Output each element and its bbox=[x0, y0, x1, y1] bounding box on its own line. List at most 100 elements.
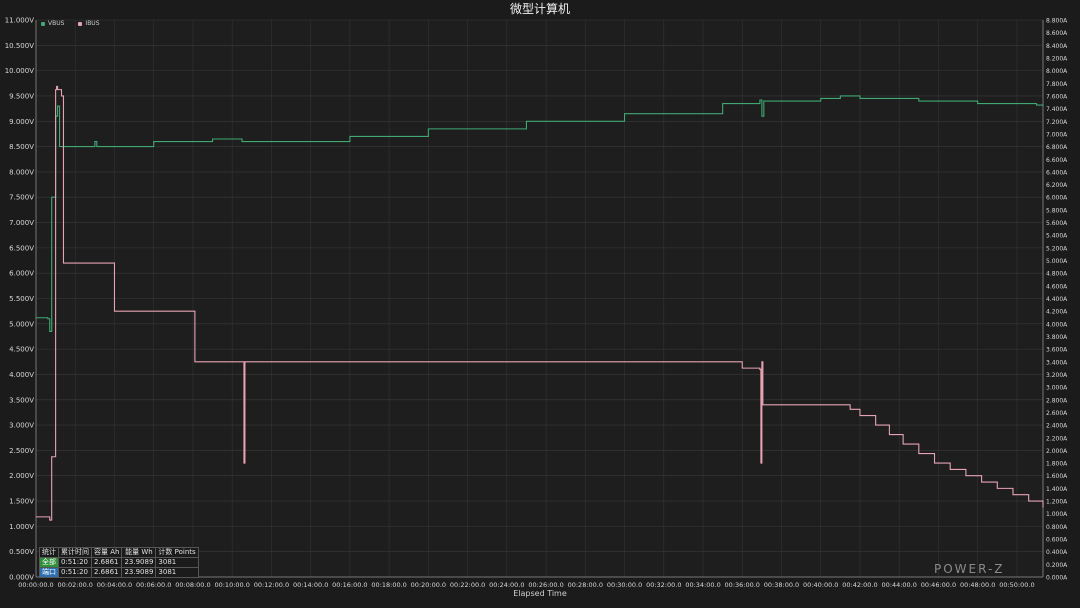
x-tick-label: 00:32:00.0 bbox=[646, 581, 681, 589]
legend-item-ibus[interactable]: IBUS bbox=[78, 20, 100, 27]
y-left-tick-label: 2.000V bbox=[9, 472, 34, 480]
x-tick-label: 00:20:00.0 bbox=[411, 581, 446, 589]
y-right-tick-label: 8.000A bbox=[1046, 68, 1068, 75]
stats-cell-ah: 2.6861 bbox=[90, 567, 123, 578]
chart-plot: 0.000V0.500V1.000V1.500V2.000V2.500V3.00… bbox=[5, 17, 1068, 590]
y-right-tick-label: 7.000A bbox=[1046, 131, 1068, 138]
y-right-tick-label: 5.000A bbox=[1046, 258, 1068, 265]
y-right-tick-label: 6.000A bbox=[1046, 195, 1068, 202]
y-right-tick-label: 2.000A bbox=[1046, 448, 1068, 455]
y-right-tick-label: 2.200A bbox=[1046, 435, 1068, 442]
stats-header: 容量 Ah bbox=[90, 547, 123, 558]
y-right-tick-label: 4.600A bbox=[1046, 283, 1068, 290]
x-tick-label: 00:10:00.0 bbox=[214, 581, 249, 589]
stats-cell-wh: 23.9089 bbox=[121, 557, 157, 568]
y-right-tick-label: 6.400A bbox=[1046, 169, 1068, 176]
y-right-tick-label: 6.800A bbox=[1046, 144, 1068, 151]
x-tick-label: 00:40:00.0 bbox=[803, 581, 838, 589]
stats-header: 累计时间 bbox=[58, 547, 92, 558]
stats-tag-all[interactable]: 全部 bbox=[39, 557, 59, 568]
legend-label-vbus: VBUS bbox=[48, 20, 65, 27]
y-right-tick-label: 1.000A bbox=[1046, 511, 1068, 518]
stats-header-row: 统计 累计时间 容量 Ah 能量 Wh 计数 Points bbox=[39, 547, 199, 558]
x-tick-label: 00:34:00.0 bbox=[685, 581, 720, 589]
y-left-tick-label: 3.000V bbox=[9, 422, 34, 430]
y-right-tick-label: 1.600A bbox=[1046, 473, 1068, 480]
y-right-tick-label: 0.200A bbox=[1046, 562, 1068, 569]
y-right-tick-label: 2.800A bbox=[1046, 397, 1068, 404]
x-tick-label: 00:26:00.0 bbox=[528, 581, 563, 589]
y-left-tick-label: 6.500V bbox=[9, 244, 34, 252]
y-left-tick-label: 8.500V bbox=[9, 143, 34, 151]
x-tick-label: 00:08:00.0 bbox=[175, 581, 210, 589]
y-right-tick-label: 5.400A bbox=[1046, 233, 1068, 240]
stats-cell-time: 0:51:20 bbox=[58, 557, 92, 568]
x-tick-label: 00:36:00.0 bbox=[725, 581, 760, 589]
x-tick-label: 00:14:00.0 bbox=[293, 581, 328, 589]
y-right-tick-label: 6.600A bbox=[1046, 157, 1068, 164]
y-right-tick-label: 5.200A bbox=[1046, 245, 1068, 252]
y-left-tick-label: 11.000V bbox=[5, 17, 34, 25]
stats-row-all: 全部 0:51:20 2.6861 23.9089 3081 bbox=[39, 557, 199, 568]
x-tick-label: 00:50:00.0 bbox=[999, 581, 1034, 589]
stats-cell-time: 0:51:20 bbox=[58, 567, 92, 578]
y-left-tick-label: 4.000V bbox=[9, 371, 34, 379]
y-right-tick-label: 1.200A bbox=[1046, 499, 1068, 506]
y-right-tick-label: 0.400A bbox=[1046, 549, 1068, 556]
legend-item-vbus[interactable]: VBUS bbox=[41, 20, 64, 27]
y-right-tick-label: 0.800A bbox=[1046, 524, 1068, 531]
y-right-tick-label: 7.800A bbox=[1046, 81, 1068, 88]
x-tick-label: 00:28:00.0 bbox=[568, 581, 603, 589]
stats-header: 统计 bbox=[39, 547, 59, 558]
y-right-tick-label: 2.400A bbox=[1046, 423, 1068, 430]
x-tick-label: 00:30:00.0 bbox=[607, 581, 642, 589]
y-left-tick-label: 9.000V bbox=[9, 118, 34, 126]
y-left-tick-label: 10.500V bbox=[5, 42, 34, 50]
stats-tag-port[interactable]: 端口 bbox=[39, 567, 59, 578]
stats-header: 能量 Wh bbox=[121, 547, 157, 558]
stats-cell-points: 3081 bbox=[155, 557, 199, 568]
y-right-tick-label: 1.800A bbox=[1046, 461, 1068, 468]
y-right-tick-label: 4.400A bbox=[1046, 296, 1068, 303]
y-right-tick-label: 3.600A bbox=[1046, 347, 1068, 354]
chart-legend: VBUS IBUS bbox=[41, 20, 100, 27]
x-tick-label: 00:44:00.0 bbox=[881, 581, 916, 589]
y-left-tick-label: 1.000V bbox=[9, 523, 34, 531]
y-right-tick-label: 8.600A bbox=[1046, 30, 1068, 37]
y-left-tick-label: 5.500V bbox=[9, 295, 34, 303]
y-left-tick-label: 10.000V bbox=[5, 67, 34, 75]
y-left-tick-label: 1.500V bbox=[9, 498, 34, 506]
y-right-tick-label: 3.200A bbox=[1046, 372, 1068, 379]
y-right-tick-label: 7.400A bbox=[1046, 106, 1068, 113]
y-left-tick-label: 7.500V bbox=[9, 194, 34, 202]
y-right-tick-label: 8.200A bbox=[1046, 55, 1068, 62]
stats-header: 计数 Points bbox=[155, 547, 199, 558]
y-right-tick-label: 1.400A bbox=[1046, 486, 1068, 493]
y-right-tick-label: 5.800A bbox=[1046, 207, 1068, 214]
stats-table: 统计 累计时间 容量 Ah 能量 Wh 计数 Points 全部 0:51:20… bbox=[39, 547, 199, 578]
x-tick-label: 00:48:00.0 bbox=[960, 581, 995, 589]
x-tick-label: 00:24:00.0 bbox=[489, 581, 524, 589]
y-left-tick-label: 6.000V bbox=[9, 270, 34, 278]
vbus-swatch-icon bbox=[41, 21, 45, 26]
y-right-tick-label: 7.600A bbox=[1046, 93, 1068, 100]
legend-label-ibus: IBUS bbox=[85, 20, 100, 27]
stats-cell-ah: 2.6861 bbox=[90, 557, 123, 568]
x-tick-label: 00:16:00.0 bbox=[332, 581, 367, 589]
x-tick-label: 00:42:00.0 bbox=[842, 581, 877, 589]
ibus-swatch-icon bbox=[78, 21, 83, 26]
y-right-tick-label: 8.800A bbox=[1046, 18, 1068, 25]
y-right-tick-label: 6.200A bbox=[1046, 182, 1068, 189]
y-left-tick-label: 4.500V bbox=[9, 346, 34, 354]
y-left-tick-label: 3.500V bbox=[9, 396, 34, 404]
y-left-tick-label: 8.000V bbox=[9, 168, 34, 176]
x-axis-label: Elapsed Time bbox=[513, 589, 567, 598]
x-tick-label: 00:00:00.0 bbox=[18, 581, 53, 589]
stats-cell-points: 3081 bbox=[155, 567, 199, 578]
x-tick-label: 00:12:00.0 bbox=[254, 581, 289, 589]
y-right-tick-label: 2.600A bbox=[1046, 410, 1068, 417]
y-right-tick-label: 4.000A bbox=[1046, 321, 1068, 328]
x-tick-label: 00:02:00.0 bbox=[58, 581, 93, 589]
y-right-tick-label: 0.600A bbox=[1046, 537, 1068, 544]
y-right-tick-label: 0.000A bbox=[1046, 575, 1068, 582]
